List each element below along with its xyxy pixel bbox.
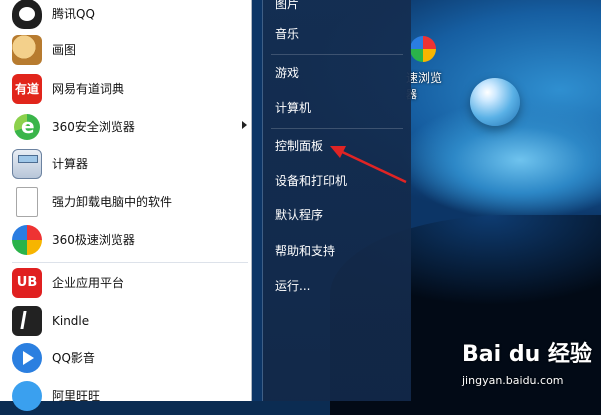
program-item-kindle[interactable]: Kindle bbox=[0, 302, 251, 339]
program-label: 企业应用平台 bbox=[52, 276, 125, 290]
program-label: 360极速浏览器 bbox=[52, 233, 135, 247]
menu-item-computer[interactable]: 计算机 bbox=[263, 95, 411, 121]
program-label: QQ影音 bbox=[52, 351, 95, 365]
menu-item-help-support[interactable]: 帮助和支持 bbox=[263, 238, 411, 264]
paint-palette-icon bbox=[12, 34, 42, 65]
watermark-url: jingyan.baidu.com bbox=[462, 374, 564, 387]
program-item-360-speed-browser[interactable]: 360极速浏览器 bbox=[0, 221, 251, 258]
program-item-enterprise-platform[interactable]: UB 企业应用平台 bbox=[0, 264, 251, 301]
program-item-360-safe-browser[interactable]: 360安全浏览器 bbox=[0, 108, 251, 145]
360-speed-browser-icon bbox=[410, 36, 436, 62]
program-item-qq[interactable]: 腾讯QQ bbox=[0, 0, 251, 32]
menu-separator bbox=[12, 262, 248, 263]
menu-item-run[interactable]: 运行... bbox=[263, 273, 411, 299]
program-label: 360安全浏览器 bbox=[52, 120, 135, 134]
menu-separator bbox=[271, 54, 403, 55]
youdao-dictionary-icon: 有道 bbox=[12, 73, 42, 104]
menu-item-games[interactable]: 游戏 bbox=[263, 60, 411, 86]
menu-separator bbox=[271, 128, 403, 129]
program-item-uninstaller[interactable]: 强力卸载电脑中的软件 bbox=[0, 183, 251, 220]
ub-platform-icon: UB bbox=[12, 267, 42, 298]
program-label: 网易有道词典 bbox=[52, 82, 125, 96]
360-speed-browser-icon bbox=[12, 224, 42, 255]
program-item-aliwangwang[interactable]: 阿里旺旺 bbox=[0, 377, 251, 414]
watermark-logo: Bai du 经验 bbox=[462, 342, 592, 367]
water-droplet bbox=[470, 78, 520, 126]
program-label: 阿里旺旺 bbox=[52, 389, 101, 403]
program-label: 画图 bbox=[52, 43, 77, 57]
qq-player-icon bbox=[12, 342, 42, 373]
qq-penguin-icon bbox=[12, 0, 42, 29]
menu-item-devices-printers[interactable]: 设备和打印机 bbox=[263, 168, 411, 194]
desktop-shortcut-label: 速浏览 bbox=[406, 71, 443, 85]
start-menu-places-pane: 图片 音乐 游戏 计算机 控制面板 设备和打印机 默认程序 帮助和支持 运行..… bbox=[262, 0, 411, 401]
menu-item-default-programs[interactable]: 默认程序 bbox=[263, 202, 411, 228]
menu-item-pictures[interactable]: 图片 bbox=[263, 0, 411, 17]
program-label: 腾讯QQ bbox=[52, 7, 95, 21]
program-item-calculator[interactable]: 计算器 bbox=[0, 145, 251, 182]
program-item-qq-player[interactable]: QQ影音 bbox=[0, 339, 251, 376]
program-item-paint[interactable]: 画图 bbox=[0, 31, 251, 68]
file-icon bbox=[16, 186, 38, 217]
menu-item-control-panel[interactable]: 控制面板 bbox=[263, 133, 411, 159]
calculator-icon bbox=[12, 148, 42, 179]
program-label: 强力卸载电脑中的软件 bbox=[52, 195, 173, 209]
aliwangwang-icon bbox=[12, 380, 42, 411]
360-safe-browser-icon bbox=[12, 111, 42, 142]
baidu-jingyan-watermark: Bai du 经验 jingyan.baidu.com bbox=[462, 336, 601, 400]
start-menu-programs-pane: 腾讯QQ 画图 有道 网易有道词典 360安全浏览器 计算器 强力卸载电脑中的软… bbox=[0, 0, 252, 411]
submenu-arrow-icon[interactable] bbox=[242, 121, 247, 129]
program-label: 计算器 bbox=[52, 157, 89, 171]
program-item-youdao[interactable]: 有道 网易有道词典 bbox=[0, 70, 251, 107]
kindle-icon bbox=[12, 305, 42, 336]
program-label: Kindle bbox=[52, 313, 90, 328]
menu-item-music[interactable]: 音乐 bbox=[263, 21, 411, 47]
